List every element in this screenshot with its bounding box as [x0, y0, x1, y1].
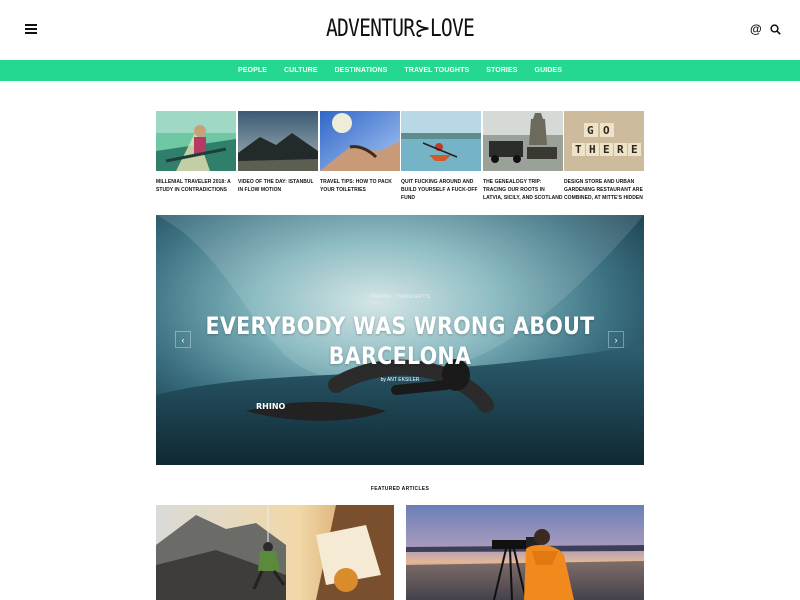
site-logo[interactable]: ADVENTUR⊱LOVE [72, 14, 728, 42]
nav-item-stories[interactable]: STORIES [478, 67, 526, 74]
main-nav: PEOPLE CULTURE DESTINATIONS TRAVEL TOUGH… [0, 60, 800, 81]
nav-item-destinations[interactable]: DESTINATIONS [326, 67, 396, 74]
recent-posts-strip: MILLENIAL TRAVELER 2018: A STUDY IN CONT… [156, 111, 644, 203]
nav-item-culture[interactable]: CULTURE [276, 67, 327, 74]
site-header: ADVENTUR⊱LOVE @ [0, 0, 800, 60]
hero-slider[interactable]: RHINO TRAVEL THOUGHTS EVERYBODY WAS WRON… [156, 215, 644, 465]
post-card[interactable]: TRAVEL TIPS: HOW TO PACK YOUR TOILETRIES [320, 111, 400, 194]
post-card[interactable]: VIDEO OF THE DAY: ISTANBUL IN FLOW MOTIO… [238, 111, 318, 194]
svg-text:R: R [617, 143, 624, 156]
svg-text:T: T [575, 143, 582, 156]
hero-title[interactable]: EVERYBODY WAS WRONG ABOUT BARCELONA [190, 311, 610, 371]
svg-text:E: E [631, 143, 638, 156]
post-thumbnail[interactable] [320, 111, 400, 171]
featured-articles-heading: FEATURED ARTICLES [370, 486, 430, 492]
chevron-left-icon: ‹ [181, 334, 185, 345]
chevron-right-icon: › [614, 334, 618, 345]
at-icon[interactable]: @ [750, 22, 762, 36]
svg-text:G: G [587, 124, 594, 137]
post-caption[interactable]: THE GENEALOGY TRIP: TRACING OUR ROOTS IN… [483, 178, 563, 202]
surfboard-text: RHINO [256, 402, 286, 411]
post-card[interactable]: QUIT FUCKING AROUND AND BUILD YOURSELF A… [401, 111, 481, 202]
post-caption[interactable]: MILLENIAL TRAVELER 2018: A STUDY IN CONT… [156, 178, 236, 194]
post-caption[interactable]: DESIGN STORE AND URBAN GARDENING RESTAUR… [564, 178, 644, 202]
nav-item-people[interactable]: PEOPLE [230, 67, 276, 74]
post-thumbnail[interactable] [401, 111, 481, 171]
post-thumbnail[interactable] [156, 111, 236, 171]
featured-article-image[interactable] [406, 505, 644, 600]
slider-prev-button[interactable]: ‹ [175, 331, 191, 348]
post-thumbnail[interactable] [483, 111, 563, 171]
post-card[interactable]: THE GENEALOGY TRIP: TRACING OUR ROOTS IN… [483, 111, 563, 202]
hamburger-menu-icon[interactable] [25, 24, 37, 34]
svg-text:H: H [589, 143, 596, 156]
post-caption[interactable]: QUIT FUCKING AROUND AND BUILD YOURSELF A… [401, 178, 481, 202]
hero-title-line2[interactable]: BARCELONA [190, 341, 610, 371]
hero-category[interactable]: TRAVEL THOUGHTS [156, 294, 644, 300]
svg-text:O: O [603, 124, 610, 137]
slider-next-button[interactable]: › [608, 331, 624, 348]
post-card[interactable]: G O T H E R E DESIGN STORE AND URBAN GAR… [564, 111, 644, 202]
nav-item-travel-toughts[interactable]: TRAVEL TOUGHTS [396, 67, 478, 74]
post-caption[interactable]: VIDEO OF THE DAY: ISTANBUL IN FLOW MOTIO… [238, 178, 318, 194]
nav-item-guides[interactable]: GUIDES [526, 67, 570, 74]
svg-text:E: E [603, 143, 610, 156]
search-icon[interactable] [770, 24, 781, 35]
hero-author[interactable]: by ANT EKSILER [156, 377, 644, 383]
post-caption[interactable]: TRAVEL TIPS: HOW TO PACK YOUR TOILETRIES [320, 178, 400, 194]
post-thumbnail[interactable] [238, 111, 318, 171]
post-thumbnail[interactable]: G O T H E R E [564, 111, 644, 171]
hero-title-line1[interactable]: EVERYBODY WAS WRONG ABOUT [190, 311, 610, 341]
post-card[interactable]: MILLENIAL TRAVELER 2018: A STUDY IN CONT… [156, 111, 236, 194]
featured-article-image[interactable] [156, 505, 394, 600]
